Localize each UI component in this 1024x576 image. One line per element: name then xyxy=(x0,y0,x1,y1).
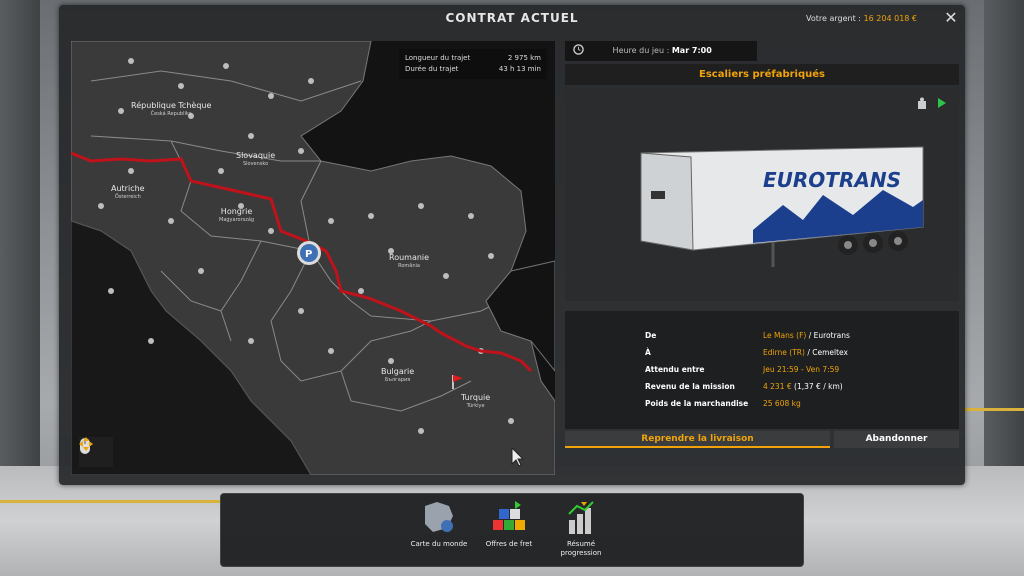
map-label-hungary: Hongrie Magyarország xyxy=(219,207,255,223)
route-info-box: Longueur du trajet 2 975 km Durée du traj… xyxy=(399,49,547,79)
route-length-value: 2 975 km xyxy=(507,54,541,62)
clock-icon xyxy=(573,44,584,55)
map-label-romania: Roumanie România xyxy=(389,253,430,269)
detail-row-revenue: Revenu de la mission 4 231 € (1,37 € / km… xyxy=(645,382,843,391)
route-length-label: Longueur du trajet xyxy=(405,54,471,62)
trailer-brand: EUROTRANS xyxy=(763,168,901,192)
detail-row-to: À Edirne (TR) / Cemeltex xyxy=(645,348,848,357)
trailer-illustration: EUROTRANS xyxy=(640,146,924,267)
route-map[interactable]: P Longueur du trajet 2 975 km Durée du tr… xyxy=(71,41,555,475)
floor-stripe xyxy=(0,500,220,503)
freight-offers-button[interactable]: Offres de fret xyxy=(479,500,539,549)
trailer-preview: EUROTRANS xyxy=(565,87,959,301)
route-duration-label: Durée du trajet xyxy=(405,65,459,73)
game-time-label: Heure du jeu : xyxy=(612,46,670,55)
close-icon[interactable]: ✕ xyxy=(943,10,959,26)
move-arrows-icon xyxy=(79,437,93,451)
world-map-button[interactable]: Carte du monde xyxy=(409,500,469,549)
map-mouse-control[interactable] xyxy=(79,437,113,467)
mouse-cursor-icon xyxy=(511,447,525,467)
detail-row-expected: Attendu entre Jeu 21:59 - Ven 7:59 xyxy=(645,365,840,374)
game-time-bar: Heure du jeu : Mar 7:00 xyxy=(565,41,757,61)
progress-summary-button[interactable]: Résumé progression xyxy=(551,500,611,558)
map-label-slovakia: Slovaquie Slovensko xyxy=(236,151,276,167)
progress-chart-icon xyxy=(568,501,594,534)
trailer-preview-controls xyxy=(917,97,947,109)
map-label-austria: Autriche Österreich xyxy=(111,184,145,200)
game-time-value: Mar 7:00 xyxy=(671,46,712,55)
europe-map-icon xyxy=(425,502,453,532)
detail-row-weight: Poids de la marchandise 25 608 kg xyxy=(645,399,801,408)
map-label-czech: République Tchèque Česká Republika xyxy=(131,101,212,117)
route-duration-value: 43 h 13 min xyxy=(498,65,541,73)
abandon-button[interactable]: Abandonner xyxy=(834,431,959,448)
floor-stripe xyxy=(960,408,1024,411)
freight-icon xyxy=(493,501,525,530)
money-value: 16 204 018 € xyxy=(863,14,917,23)
map-label-turkey: Turquie Türkiye xyxy=(461,393,491,409)
bottom-navigation-bar: Carte du monde Offres de fret Résumé pro… xyxy=(220,493,804,567)
money-display: Votre argent : 16 204 018 € xyxy=(806,14,917,23)
cargo-title: Escaliers préfabriqués xyxy=(565,64,959,85)
money-label: Votre argent : xyxy=(806,14,862,23)
resume-delivery-button[interactable]: Reprendre la livraison xyxy=(565,431,830,448)
detail-row-from: De Le Mans (F) / Eurotrans xyxy=(645,331,850,340)
map-label-bulgaria: Bulgarie България xyxy=(381,367,415,383)
contract-window: CONTRAT ACTUEL Votre argent : 16 204 018… xyxy=(59,5,965,485)
svg-text:P: P xyxy=(305,249,312,260)
contract-details: De Le Mans (F) / Eurotrans À Edirne (TR) /… xyxy=(565,311,959,429)
weight-icon[interactable] xyxy=(917,97,927,109)
play-icon[interactable] xyxy=(937,97,947,109)
